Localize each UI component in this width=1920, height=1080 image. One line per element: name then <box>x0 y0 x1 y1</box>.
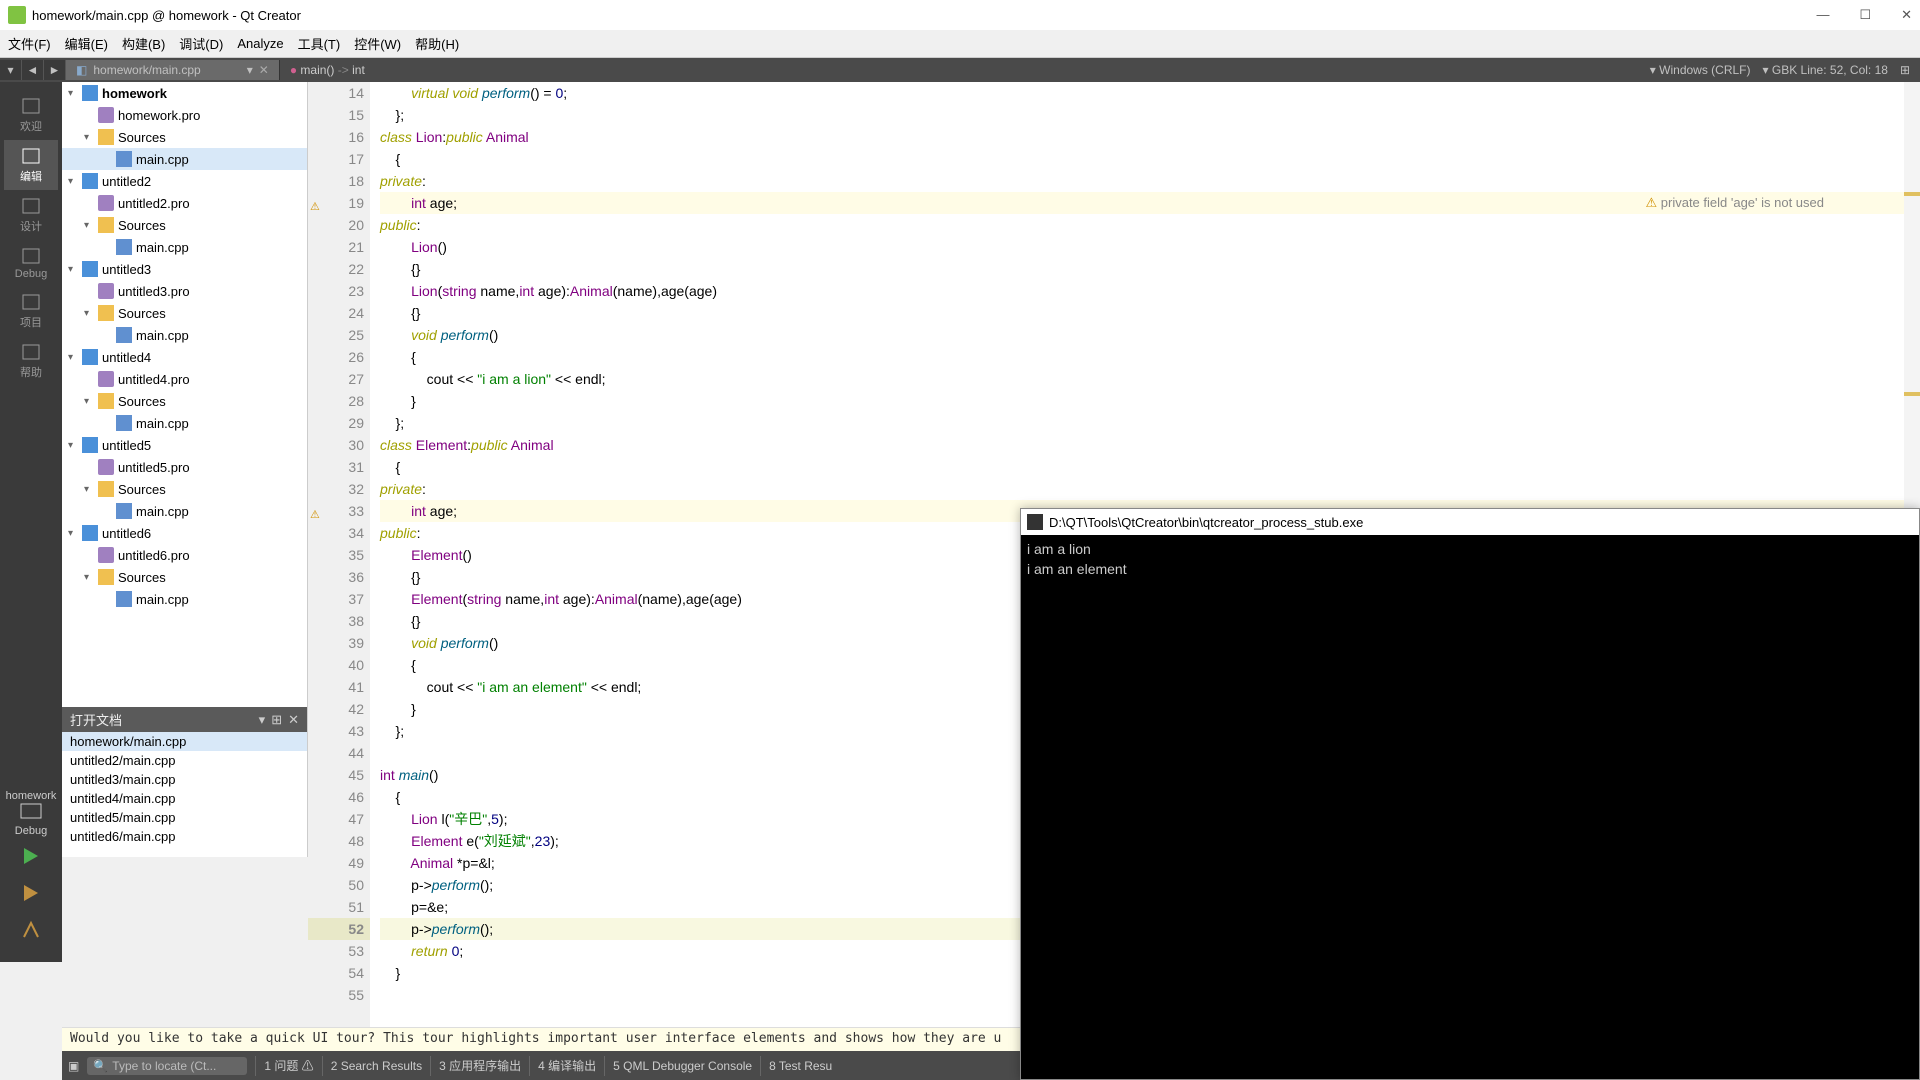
tree-node[interactable]: untitled2.pro <box>62 192 307 214</box>
open-docs-split[interactable]: ⊞ <box>271 712 282 728</box>
output-tab[interactable]: 4 编译输出 <box>529 1056 604 1076</box>
tree-node[interactable]: untitled3.pro <box>62 280 307 302</box>
locator-input[interactable]: 🔍 Type to locate (Ct... <box>87 1057 247 1075</box>
close-tab-icon[interactable]: ✕ <box>259 63 269 77</box>
tree-node[interactable]: ▾Sources <box>62 126 307 148</box>
project-combo[interactable]: ▾ <box>0 60 22 80</box>
console-icon <box>1027 514 1043 530</box>
mode-欢迎[interactable]: 欢迎 <box>4 90 58 140</box>
tree-node[interactable]: ▾untitled5 <box>62 434 307 456</box>
tree-node[interactable]: ▾Sources <box>62 214 307 236</box>
tree-node[interactable]: ▾Sources <box>62 478 307 500</box>
mode-编辑[interactable]: 编辑 <box>4 140 58 190</box>
open-doc-item[interactable]: untitled2/main.cpp <box>62 751 307 770</box>
tree-node[interactable]: ▾untitled4 <box>62 346 307 368</box>
tree-node[interactable]: ▾untitled2 <box>62 170 307 192</box>
open-documents-pane: 打开文档 ▾ ⊞ ✕ homework/main.cppuntitled2/ma… <box>62 707 308 857</box>
file-tab[interactable]: ◧ homework/main.cpp ▾ ✕ <box>66 60 280 80</box>
editor-toolbar: ▾ ◄ ► ◧ homework/main.cpp ▾ ✕ ● main() -… <box>0 58 1920 82</box>
menu-item[interactable]: 工具(T) <box>298 34 341 53</box>
tree-node[interactable]: ▾homework <box>62 82 307 104</box>
cpp-file-icon: ◧ <box>76 63 87 77</box>
open-doc-item[interactable]: homework/main.cpp <box>62 732 307 751</box>
build-button[interactable] <box>20 919 42 946</box>
output-tab[interactable]: 2 Search Results <box>322 1056 430 1076</box>
window-titlebar: homework/main.cpp @ homework - Qt Creato… <box>0 0 1920 30</box>
mode-Debug[interactable]: Debug <box>4 240 58 286</box>
close-button[interactable]: ✕ <box>1901 7 1912 23</box>
menu-item[interactable]: 调试(D) <box>179 34 223 53</box>
nav-back-button[interactable]: ◄ <box>22 60 44 80</box>
mode-设计[interactable]: 设计 <box>4 190 58 240</box>
tree-node[interactable]: untitled5.pro <box>62 456 307 478</box>
menu-item[interactable]: 帮助(H) <box>415 34 459 53</box>
menu-item[interactable]: 文件(F) <box>8 34 51 53</box>
tree-node[interactable]: untitled4.pro <box>62 368 307 390</box>
menu-item[interactable]: 控件(W) <box>354 34 401 53</box>
tree-node[interactable]: main.cpp <box>62 588 307 610</box>
tree-node[interactable]: main.cpp <box>62 148 307 170</box>
output-toggle-icon[interactable]: ▣ <box>68 1059 79 1073</box>
file-tab-label: homework/main.cpp <box>93 63 200 77</box>
project-tree[interactable]: ▾homeworkhomework.pro▾Sourcesmain.cpp▾un… <box>62 82 308 707</box>
mode-sidebar: 欢迎编辑设计Debug项目帮助 homework Debug <box>0 82 62 962</box>
tree-node[interactable]: ▾untitled3 <box>62 258 307 280</box>
output-tab[interactable]: 8 Test Resu <box>760 1056 840 1076</box>
output-tab[interactable]: 1 问题 ⚠ <box>255 1056 321 1076</box>
open-doc-item[interactable]: untitled4/main.cpp <box>62 789 307 808</box>
debug-run-button[interactable] <box>20 882 42 909</box>
output-tab[interactable]: 3 应用程序输出 <box>430 1056 529 1076</box>
minimize-button[interactable]: — <box>1816 7 1829 23</box>
open-docs-title: 打开文档 <box>70 710 122 729</box>
menu-item[interactable]: 编辑(E) <box>65 34 108 53</box>
nav-fwd-button[interactable]: ► <box>44 60 66 80</box>
tree-node[interactable]: ▾untitled6 <box>62 522 307 544</box>
open-docs-combo[interactable]: ▾ <box>259 712 266 728</box>
maximize-button[interactable]: ☐ <box>1859 7 1871 23</box>
open-doc-item[interactable]: untitled5/main.cpp <box>62 808 307 827</box>
console-window[interactable]: D:\QT\Tools\QtCreator\bin\qtcreator_proc… <box>1020 508 1920 1080</box>
search-icon: 🔍 <box>93 1059 108 1073</box>
mode-帮助[interactable]: 帮助 <box>4 336 58 386</box>
tree-node[interactable]: ▾Sources <box>62 390 307 412</box>
window-title: homework/main.cpp @ homework - Qt Creato… <box>32 8 301 23</box>
menu-item[interactable]: Analyze <box>237 36 283 51</box>
tree-node[interactable]: main.cpp <box>62 412 307 434</box>
app-logo <box>8 6 26 24</box>
menu-item[interactable]: 构建(B) <box>122 34 165 53</box>
tree-node[interactable]: ▾Sources <box>62 566 307 588</box>
console-title: D:\QT\Tools\QtCreator\bin\qtcreator_proc… <box>1049 515 1363 530</box>
menu-bar: 文件(F) 编辑(E) 构建(B) 调试(D) Analyze 工具(T) 控件(W) 帮助(… <box>0 30 1920 58</box>
tree-node[interactable]: main.cpp <box>62 324 307 346</box>
encoding-position[interactable]: ▾ GBK Line: 52, Col: 18 <box>1763 63 1888 77</box>
tree-node[interactable]: homework.pro <box>62 104 307 126</box>
kit-selector[interactable]: homework Debug <box>4 790 58 837</box>
run-button[interactable] <box>20 845 42 872</box>
tree-node[interactable]: main.cpp <box>62 500 307 522</box>
mode-项目[interactable]: 项目 <box>4 286 58 336</box>
open-doc-item[interactable]: untitled6/main.cpp <box>62 827 307 846</box>
line-ending-combo[interactable]: ▾ Windows (CRLF) <box>1650 63 1751 77</box>
output-tab[interactable]: 5 QML Debugger Console <box>604 1056 760 1076</box>
tree-node[interactable]: untitled6.pro <box>62 544 307 566</box>
symbol-breadcrumb[interactable]: ● main() -> int <box>280 60 375 80</box>
tree-node[interactable]: main.cpp <box>62 236 307 258</box>
open-doc-item[interactable]: untitled3/main.cpp <box>62 770 307 789</box>
tree-node[interactable]: ▾Sources <box>62 302 307 324</box>
open-docs-close[interactable]: ✕ <box>288 712 299 728</box>
split-icon[interactable]: ⊞ <box>1900 63 1910 77</box>
